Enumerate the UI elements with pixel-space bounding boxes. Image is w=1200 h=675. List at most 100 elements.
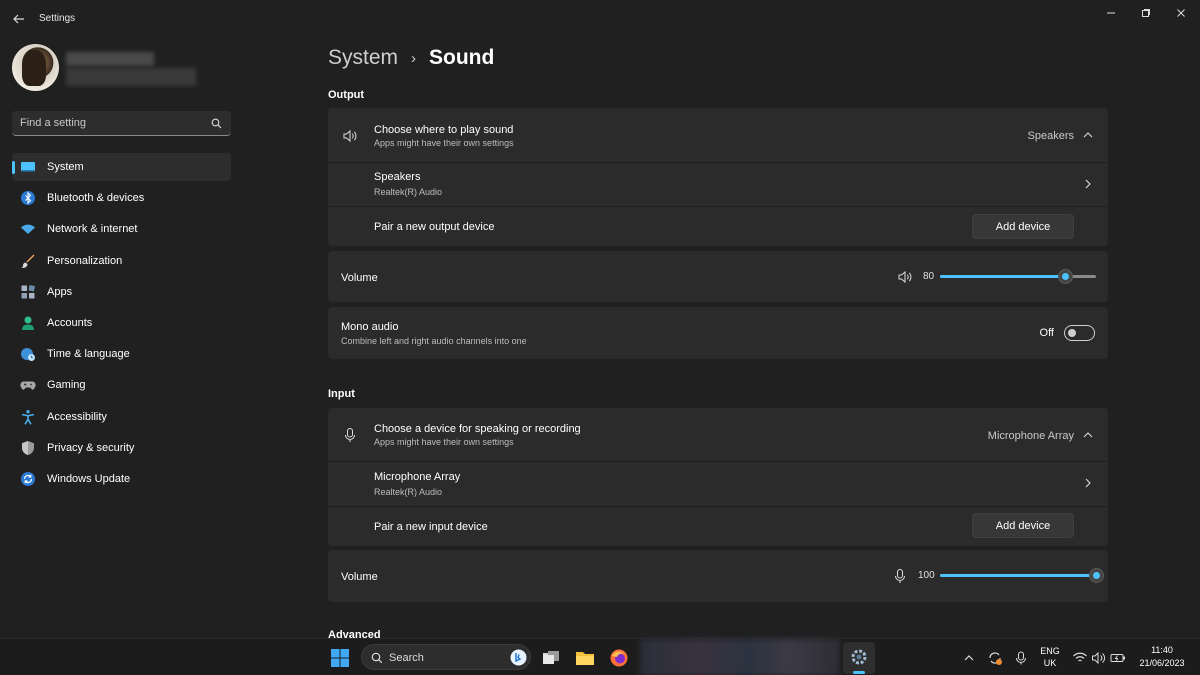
chevron-up-icon[interactable] [962, 648, 976, 668]
person-icon [22, 316, 34, 330]
choose-input-subtitle: Apps might have their own settings [374, 437, 514, 447]
mono-audio-state: Off [1039, 327, 1054, 339]
firefox-icon[interactable] [609, 648, 629, 668]
page-title: Sound [429, 46, 495, 69]
selected-output-device: Speakers [1027, 130, 1074, 142]
sidebar-item-accessibility[interactable]: Accessibility [12, 403, 231, 431]
file-explorer-icon[interactable] [575, 648, 595, 668]
close-icon [1177, 9, 1185, 17]
input-language-line2[interactable]: UK [1036, 658, 1064, 668]
sidebar-item-bluetooth[interactable]: Bluetooth & devices [12, 184, 231, 212]
taskbar: Search ENG UK 11:40 21/06/2023 [0, 638, 1200, 675]
taskbar-search[interactable]: Search [361, 644, 531, 670]
output-device-driver: Realtek(R) Audio [374, 187, 443, 197]
microphone-icon[interactable] [892, 568, 908, 584]
sync-icon[interactable] [987, 648, 1003, 668]
input-device-card: Choose a device for speaking or recordin… [328, 408, 1108, 546]
speaker-icon [343, 129, 357, 143]
search-icon [371, 652, 383, 664]
sidebar-item-gaming[interactable]: Gaming [12, 371, 231, 399]
windows-start-icon[interactable] [330, 648, 350, 668]
output-volume-slider[interactable] [940, 269, 1096, 284]
add-output-device-button[interactable]: Add device [972, 214, 1074, 239]
task-view-icon[interactable] [541, 648, 561, 668]
speaker-icon[interactable] [897, 269, 913, 285]
accessibility-icon [21, 409, 35, 425]
chevron-up-icon[interactable] [1082, 429, 1094, 441]
sidebar-item-network[interactable]: Network & internet [12, 215, 231, 243]
sidebar-item-label: Network & internet [47, 223, 138, 236]
breadcrumb: System › Sound [328, 46, 494, 70]
mono-audio-subtitle: Combine left and right audio channels in… [341, 336, 527, 346]
settings-search [12, 111, 231, 136]
mono-audio-title: Mono audio [341, 321, 399, 333]
battery-icon[interactable] [1110, 648, 1126, 668]
input-volume-thumb[interactable] [1089, 568, 1104, 583]
breadcrumb-parent[interactable]: System [328, 46, 398, 70]
search-input[interactable] [20, 111, 210, 135]
sidebar-item-label: Bluetooth & devices [47, 192, 145, 205]
sidebar-item-privacy-security[interactable]: Privacy & security [12, 434, 231, 462]
section-title-input: Input [328, 388, 355, 400]
shield-icon [22, 440, 34, 455]
output-volume-card: Volume 80 [328, 251, 1108, 302]
input-device-name: Microphone Array [374, 471, 461, 483]
choose-input-title: Choose a device for speaking or recordin… [374, 423, 581, 435]
sidebar-item-label: System [47, 161, 84, 173]
section-title-advanced: Advanced [328, 629, 381, 638]
title-bar: Settings [0, 0, 1200, 38]
minimize-button[interactable] [1101, 6, 1121, 20]
maximize-button[interactable] [1136, 6, 1156, 20]
sidebar-nav: System Bluetooth & devices Network & int… [12, 153, 231, 496]
sidebar-item-label: Accounts [47, 316, 93, 329]
sidebar-item-time-language[interactable]: Time & language [12, 340, 231, 368]
sidebar-item-label: Windows Update [47, 472, 131, 485]
restore-icon [1142, 9, 1150, 17]
bing-icon[interactable] [510, 649, 527, 666]
apps-icon [21, 284, 36, 299]
mono-audio-toggle[interactable] [1064, 325, 1095, 341]
taskbar-clock-date[interactable]: 21/06/2023 [1134, 658, 1190, 668]
output-volume-fill [940, 275, 1065, 278]
avatar[interactable] [12, 44, 59, 91]
choose-output-title: Choose where to play sound [374, 124, 514, 136]
sidebar-item-personalization[interactable]: Personalization [12, 247, 231, 275]
brush-icon [21, 254, 35, 268]
monitor-icon [21, 162, 35, 172]
input-device-microphone[interactable]: Microphone Array Realtek(R) Audio [328, 462, 1108, 506]
mono-audio-card: Mono audio Combine left and right audio … [328, 307, 1108, 359]
search-icon[interactable] [211, 118, 222, 129]
taskbar-settings-app[interactable] [843, 642, 875, 674]
taskbar-search-label: Search [389, 652, 424, 664]
pinned-apps-blurred [640, 639, 840, 675]
sidebar-item-apps[interactable]: Apps [12, 278, 231, 306]
input-volume-slider[interactable] [940, 568, 1104, 583]
globe-clock-icon [21, 348, 35, 362]
pair-output-row: Pair a new output device Add device [328, 207, 1108, 246]
user-name-blurred [66, 52, 154, 66]
chevron-up-icon[interactable] [1082, 129, 1094, 141]
sidebar-item-windows-update[interactable]: Windows Update [12, 465, 231, 493]
choose-input-row[interactable]: Choose a device for speaking or recordin… [328, 408, 1108, 461]
choose-output-row[interactable]: Choose where to play sound Apps might ha… [328, 108, 1108, 162]
output-volume-thumb[interactable] [1058, 269, 1073, 284]
input-language-line1[interactable]: ENG [1036, 646, 1064, 656]
add-input-device-button[interactable]: Add device [972, 513, 1074, 538]
sidebar-item-label: Gaming [47, 379, 86, 392]
settings-gear-icon [851, 649, 867, 665]
output-device-speakers[interactable]: Speakers Realtek(R) Audio [328, 163, 1108, 206]
back-arrow-icon[interactable] [12, 12, 26, 26]
sidebar-item-system[interactable]: System [12, 153, 231, 181]
microphone-icon[interactable] [1013, 648, 1029, 668]
active-app-indicator [853, 671, 865, 674]
user-email-blurred [66, 68, 196, 86]
pair-output-label: Pair a new output device [374, 221, 495, 233]
sidebar-item-accounts[interactable]: Accounts [12, 309, 231, 337]
taskbar-clock-time[interactable]: 11:40 [1134, 645, 1190, 655]
volume-icon[interactable] [1091, 648, 1107, 668]
output-volume-label: Volume [341, 272, 378, 284]
wifi-icon [21, 225, 35, 235]
wifi-icon[interactable] [1072, 648, 1088, 668]
pair-input-row: Pair a new input device Add device [328, 507, 1108, 546]
close-button[interactable] [1171, 6, 1191, 20]
